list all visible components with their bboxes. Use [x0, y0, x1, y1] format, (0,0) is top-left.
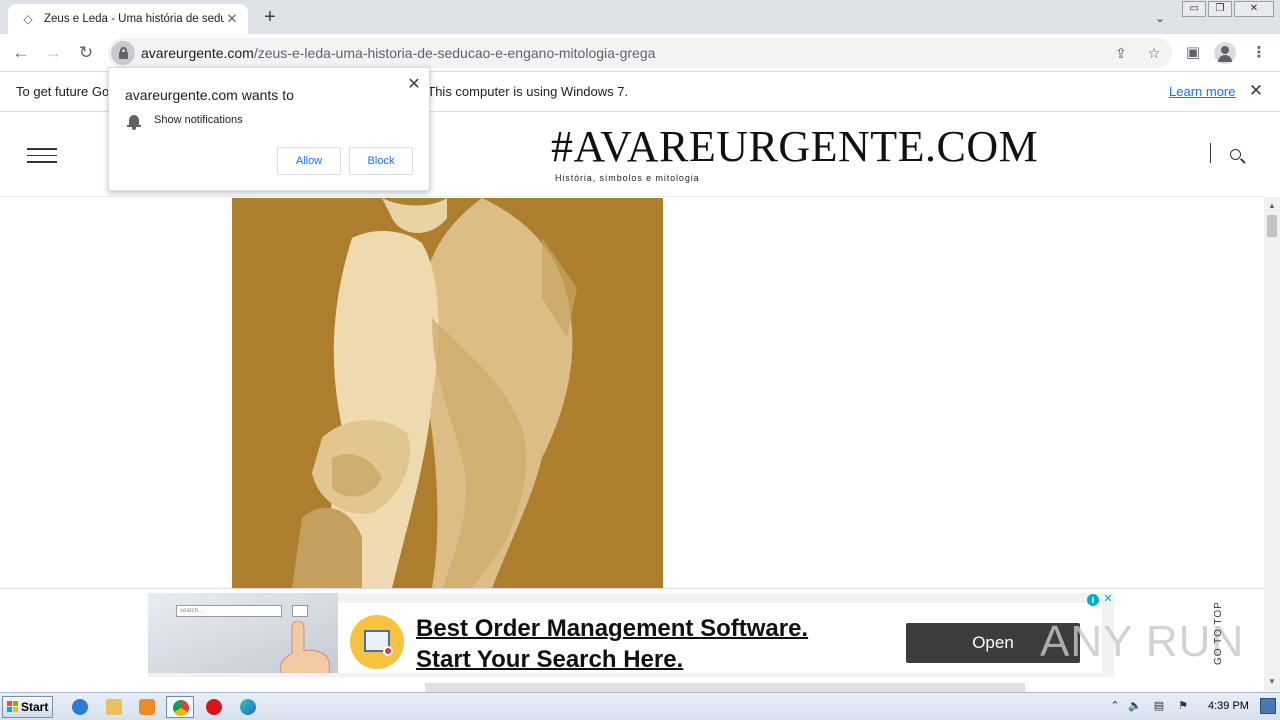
- system-tray: ⌃ 🔈 ▤ ⚑ 4:39 PM: [1108, 696, 1280, 718]
- url-text[interactable]: avareurgente.com/zeus-e-leda-uma-histori…: [141, 45, 655, 61]
- ad-headline-line2[interactable]: Start Your Search Here.: [416, 646, 683, 674]
- taskbar-clock[interactable]: 4:39 PM: [1208, 700, 1249, 712]
- taskbar-opera-icon[interactable]: [200, 696, 228, 718]
- taskbar-ie-icon[interactable]: [66, 696, 94, 718]
- popup-title: avareurgente.com wants to: [125, 87, 294, 103]
- start-label: Start: [21, 700, 49, 714]
- windows-logo-icon: [7, 701, 19, 713]
- volume-icon[interactable]: 🔈: [1128, 699, 1142, 713]
- article-hero-image: [232, 198, 663, 588]
- back-arrow-icon[interactable]: ←: [8, 40, 34, 66]
- tray-expand-icon[interactable]: ⌃: [1108, 699, 1122, 713]
- ad-headline-line1[interactable]: Best Order Management Software.: [416, 615, 808, 643]
- action-center-flag-icon[interactable]: ⚑: [1176, 699, 1190, 713]
- block-button[interactable]: Block: [349, 147, 413, 175]
- notification-permission-popup: avareurgente.com wants to ✕ Show notific…: [108, 67, 430, 191]
- scroll-up-arrow-icon[interactable]: ▲: [1268, 201, 1276, 210]
- tab-close-icon[interactable]: ✕: [224, 11, 240, 27]
- window-minimize-button[interactable]: ▭: [1182, 1, 1206, 17]
- lock-icon[interactable]: [111, 41, 135, 65]
- windows-taskbar: Start ⌃ 🔈 ▤ ⚑ 4:39 PM: [0, 692, 1280, 720]
- permission-label: Show notifications: [154, 114, 243, 126]
- taskbar-chrome-icon[interactable]: [166, 696, 194, 718]
- ad-app-logo-icon: [350, 615, 404, 669]
- tab-title: Zeus e Leda - Uma história de seduç: [44, 13, 224, 25]
- reload-icon[interactable]: ↻: [73, 40, 99, 66]
- site-favicon-icon: ◇: [23, 12, 33, 26]
- network-icon[interactable]: ▤: [1152, 699, 1166, 713]
- ad-thumb-search-button: [292, 605, 308, 617]
- learn-more-link[interactable]: Learn more: [1169, 84, 1235, 99]
- pointing-hand-icon: [280, 621, 331, 673]
- hamburger-menu-icon[interactable]: [27, 148, 57, 163]
- taskbar-explorer-icon[interactable]: [100, 696, 128, 718]
- share-icon[interactable]: ⇪: [1111, 44, 1131, 62]
- vertical-scrollbar[interactable]: ▲ ▼: [1264, 197, 1280, 691]
- scrollbar-thumb[interactable]: [1267, 215, 1277, 237]
- search-icon[interactable]: [1228, 147, 1246, 165]
- ad-thumb-search-box: search...: [176, 605, 282, 617]
- ad-thumbnail-image: search...: [148, 593, 338, 673]
- ad-close-icon[interactable]: ✕: [1102, 593, 1114, 605]
- popup-close-icon[interactable]: ✕: [405, 76, 423, 94]
- url-domain: avareurgente.com: [141, 45, 254, 61]
- sticky-ad-bar: search... Best Order Management Software…: [0, 588, 1264, 692]
- bell-icon: [127, 114, 141, 130]
- horizontal-scrollbar[interactable]: [425, 683, 1025, 692]
- address-bar[interactable]: avareurgente.com/zeus-e-leda-uma-histori…: [108, 38, 1172, 68]
- new-tab-button[interactable]: +: [258, 6, 282, 30]
- start-button[interactable]: Start: [2, 696, 53, 718]
- taskbar-media-player-icon[interactable]: [133, 696, 161, 718]
- go-to-top-button[interactable]: GO TO TOP: [1213, 601, 1224, 665]
- show-desktop-icon[interactable]: [1260, 698, 1276, 714]
- side-panel-icon[interactable]: ▣: [1180, 40, 1206, 66]
- window-close-button[interactable]: ✕: [1234, 1, 1274, 17]
- ad-info-icon[interactable]: i: [1087, 594, 1099, 606]
- window-restore-button[interactable]: ❐: [1208, 1, 1232, 17]
- tab-search-chevron-icon[interactable]: ⌄: [1150, 8, 1170, 28]
- ad-content[interactable]: Best Order Management Software. Start Yo…: [338, 603, 1102, 673]
- ad-banner[interactable]: search... Best Order Management Software…: [148, 593, 1114, 677]
- tab-active[interactable]: ◇ Zeus e Leda - Uma história de seduç ✕: [8, 4, 248, 34]
- url-path: /zeus-e-leda-uma-historia-de-seducao-e-e…: [253, 45, 656, 61]
- site-tagline: História, símbolos e mitologia: [555, 173, 700, 183]
- profile-avatar-icon[interactable]: [1214, 42, 1236, 64]
- menu-kebab-icon[interactable]: ⋮: [1246, 40, 1272, 66]
- taskbar-edge-icon[interactable]: [234, 696, 262, 718]
- scroll-down-arrow-icon[interactable]: ▼: [1268, 677, 1276, 686]
- header-divider: [1210, 143, 1211, 163]
- infobar-close-icon[interactable]: ✕: [1246, 81, 1266, 101]
- allow-button[interactable]: Allow: [277, 147, 341, 175]
- site-logo[interactable]: #AVAREURGENTE.COM: [551, 121, 1038, 172]
- forward-arrow-icon[interactable]: →: [40, 40, 66, 66]
- tab-strip: ◇ Zeus e Leda - Uma história de seduç ✕ …: [0, 0, 1280, 34]
- bookmark-star-icon[interactable]: ☆: [1144, 44, 1164, 62]
